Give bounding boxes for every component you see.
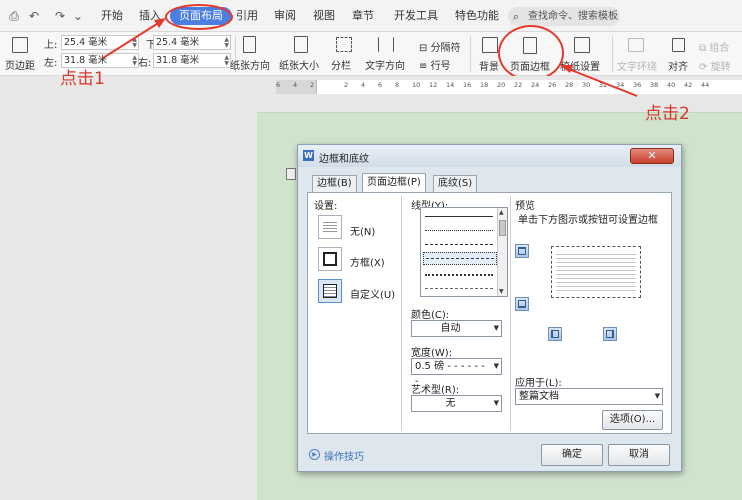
setting-custom-label[interactable]: 自定义(U) — [350, 286, 395, 301]
scroll-thumb[interactable] — [499, 220, 506, 236]
page-border-panel: 设置: 无(N) 方框(X) 自定义(U) 线型(Y): ▲ ▼ — [307, 192, 672, 434]
line-style-selected[interactable] — [423, 252, 497, 265]
dialog-titlebar[interactable]: W 边框和底纹 ✕ — [298, 145, 681, 167]
color-label: 颜色(C): — [411, 310, 450, 321]
line-style-scrollbar[interactable]: ▲ ▼ — [497, 208, 507, 296]
color-select[interactable]: 自动 ▼ — [411, 320, 502, 337]
right-border-button[interactable] — [603, 327, 617, 341]
line-style-dash-dot[interactable] — [425, 288, 493, 289]
apply-to-label: 应用于(L): — [515, 378, 562, 389]
chevron-down-icon: ▼ — [493, 362, 499, 370]
annotation-arrowhead-1 — [154, 18, 166, 28]
top-border-button[interactable] — [515, 244, 529, 258]
wps-writer-icon: W — [303, 150, 314, 161]
scroll-up-icon[interactable]: ▲ — [499, 209, 504, 216]
left-border-button[interactable] — [548, 327, 562, 341]
borders-shading-dialog: W 边框和底纹 ✕ 边框(B) 页面边框(P) 底纹(S) 设置: 无(N) 方… — [297, 144, 682, 472]
setting-custom-icon[interactable] — [318, 279, 342, 303]
border-preview[interactable] — [551, 246, 641, 298]
apply-to-select[interactable]: 整篇文档 ▼ — [515, 388, 663, 405]
annotation-arrow-2 — [565, 67, 638, 97]
dialog-close-button[interactable]: ✕ — [630, 148, 674, 164]
tab-page-border[interactable]: 页面边框(P) — [362, 173, 426, 193]
line-style-dotted[interactable] — [425, 230, 493, 231]
setting-box-icon[interactable] — [318, 247, 342, 271]
options-button[interactable]: 选项(O)... — [602, 410, 663, 430]
panel-separator — [510, 196, 511, 431]
art-select[interactable]: 无 ▼ — [411, 395, 502, 412]
annotation-arrowhead-2 — [560, 65, 573, 73]
settings-label: 设置: — [314, 201, 338, 212]
tips-icon[interactable]: ▶ — [309, 449, 320, 460]
width-label: 宽度(W): — [411, 348, 453, 359]
line-style-list[interactable]: ▲ ▼ — [420, 207, 508, 297]
bottom-border-button[interactable] — [515, 297, 529, 311]
tab-shading[interactable]: 底纹(S) — [433, 175, 478, 192]
dialog-title: 边框和底纹 — [319, 154, 369, 165]
line-style-dot-dash[interactable] — [425, 274, 493, 276]
line-style-solid[interactable] — [425, 216, 493, 217]
tab-borders[interactable]: 边框(B) — [312, 175, 357, 192]
setting-none-label[interactable]: 无(N) — [350, 223, 375, 238]
line-style-dashed-short[interactable] — [425, 244, 493, 245]
panel-separator — [401, 196, 402, 431]
close-icon: ✕ — [647, 149, 657, 162]
width-select[interactable]: 0.5 磅 - - - - - - - ▼ — [411, 358, 502, 387]
cancel-button[interactable]: 取消 — [608, 444, 670, 466]
art-label: 艺术型(R): — [411, 385, 460, 396]
setting-none-icon[interactable] — [318, 215, 342, 239]
preview-hint: 单击下方图示或按钮可设置边框 — [518, 215, 658, 226]
color-value: 自动 — [440, 323, 461, 334]
apply-to-value: 整篇文档 — [519, 391, 559, 402]
chevron-down-icon: ▼ — [493, 399, 499, 407]
annotation-arrow-1 — [102, 21, 161, 59]
preview-label: 预览 — [515, 201, 535, 212]
art-value: 无 — [445, 398, 456, 409]
setting-box-label[interactable]: 方框(X) — [350, 254, 385, 269]
chevron-down-icon: ▼ — [654, 392, 660, 400]
tips-link[interactable]: 操作技巧 — [324, 448, 364, 463]
chevron-down-icon: ▼ — [493, 324, 499, 332]
scroll-down-icon[interactable]: ▼ — [499, 288, 504, 295]
ok-button[interactable]: 确定 — [541, 444, 603, 466]
